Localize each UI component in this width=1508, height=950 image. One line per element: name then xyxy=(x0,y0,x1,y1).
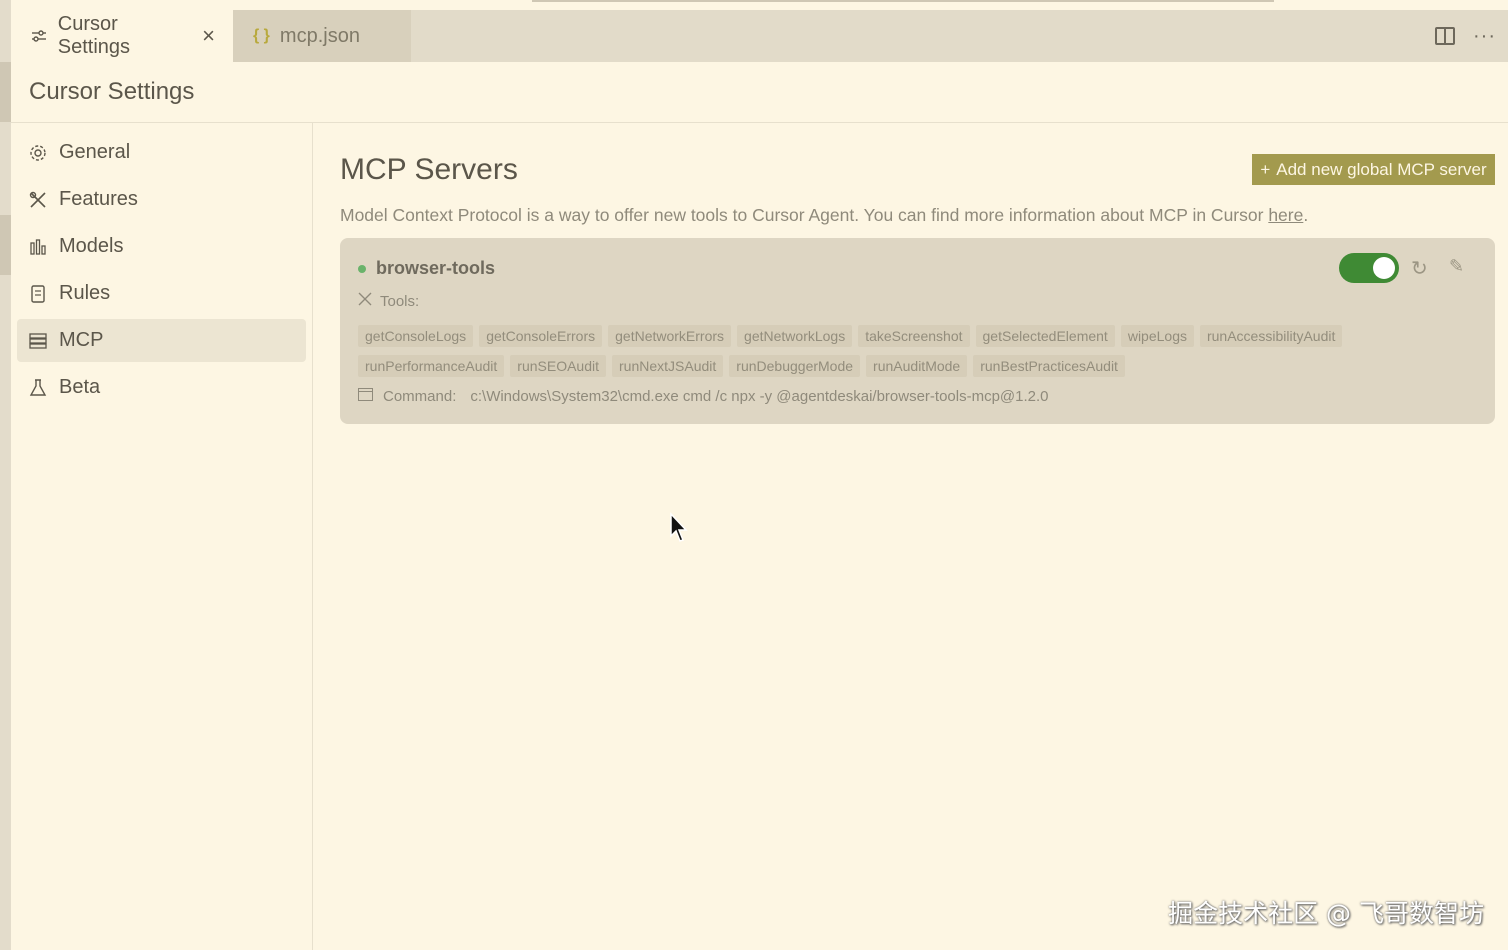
sidebar-item-label: Beta xyxy=(59,376,101,398)
tools-icon xyxy=(358,292,372,310)
flask-icon xyxy=(29,378,47,397)
server-header: browser-tools xyxy=(358,258,495,279)
settings-header: Cursor Settings xyxy=(11,62,1508,123)
tools-icon xyxy=(29,191,47,209)
terminal-icon xyxy=(358,388,373,405)
tools-label: Tools: xyxy=(380,292,420,310)
refresh-icon[interactable]: ↻ xyxy=(1411,256,1428,281)
section-title: MCP Servers xyxy=(340,153,518,186)
description-text: Model Context Protocol is a way to offer… xyxy=(340,205,1269,225)
mcp-description: Model Context Protocol is a way to offer… xyxy=(340,205,1308,226)
tool-chip: runAccessibilityAudit xyxy=(1199,325,1343,347)
server-name: browser-tools xyxy=(376,258,496,278)
more-actions-icon[interactable]: ··· xyxy=(1473,25,1496,48)
tab-label: mcp.json xyxy=(279,24,360,47)
description-end: . xyxy=(1303,205,1309,225)
sidebar-item-features[interactable]: Features xyxy=(17,178,306,221)
command-row: Command: c:\Windows\System32\cmd.exe cmd… xyxy=(358,388,1049,405)
tool-chip: runNextJSAudit xyxy=(612,355,724,377)
sidebar-item-rules[interactable]: Rules xyxy=(17,272,306,315)
server-card: browser-tools ↻ ✎ Tools: getConsoleLogs g… xyxy=(340,238,1495,424)
command-value: c:\Windows\System32\cmd.exe cmd /c npx -… xyxy=(470,388,1049,405)
document-icon xyxy=(29,284,47,303)
tool-chip: getConsoleErrors xyxy=(479,325,603,347)
left-edge-mark xyxy=(0,215,11,275)
tabbar-actions: ··· xyxy=(1435,10,1508,62)
tool-chip: getNetworkLogs xyxy=(737,325,853,347)
button-label: Add new global MCP server xyxy=(1276,159,1487,179)
sidebar-item-label: MCP xyxy=(59,329,104,351)
sidebar-item-beta[interactable]: Beta xyxy=(17,366,306,409)
here-link[interactable]: here xyxy=(1268,205,1303,225)
sidebar-item-general[interactable]: General xyxy=(17,131,306,174)
sidebar-item-mcp[interactable]: MCP xyxy=(17,319,306,362)
status-dot-icon xyxy=(358,264,366,273)
server-enabled-toggle[interactable] xyxy=(1339,253,1399,283)
bar-chart-icon xyxy=(29,238,47,256)
main-content: MCP Servers + Add new global MCP server … xyxy=(313,123,1508,950)
sidebar: General Features Models Rules MCP Beta xyxy=(11,123,313,950)
sidebar-item-label: General xyxy=(59,141,131,163)
tab-cursor-settings[interactable]: Cursor Settings × xyxy=(11,10,233,62)
sliders-icon xyxy=(31,27,48,45)
add-global-mcp-server-button[interactable]: + Add new global MCP server xyxy=(1252,154,1495,185)
tab-bar: Cursor Settings × { } mcp.json ··· xyxy=(11,10,1508,62)
server-icon xyxy=(29,332,47,350)
tool-chip: wipeLogs xyxy=(1120,325,1194,347)
sidebar-item-label: Features xyxy=(59,188,138,210)
page-title: Cursor Settings xyxy=(29,78,195,105)
tool-chip: runBestPracticesAudit xyxy=(973,355,1125,377)
sidebar-item-label: Rules xyxy=(59,282,111,304)
tab-mcp-json[interactable]: { } mcp.json xyxy=(233,10,411,62)
tool-chip: runDebuggerMode xyxy=(729,355,861,377)
tool-chip: runPerformanceAudit xyxy=(358,355,505,377)
tool-chip: takeScreenshot xyxy=(858,325,970,347)
tool-list: getConsoleLogs getConsoleErrors getNetwork… xyxy=(358,325,1478,377)
plus-icon: + xyxy=(1260,159,1271,179)
mouse-pointer-icon xyxy=(670,512,688,542)
split-editor-icon[interactable] xyxy=(1435,27,1456,45)
watermark: 掘金技术社区 @ 飞哥数智坊 xyxy=(1168,899,1484,928)
tool-chip: getSelectedElement xyxy=(975,325,1115,347)
left-edge-strip xyxy=(0,0,11,950)
tool-chip: getNetworkErrors xyxy=(608,325,732,347)
tab-label: Cursor Settings xyxy=(57,13,131,58)
sidebar-item-label: Models xyxy=(59,235,124,257)
left-edge-mark xyxy=(0,62,11,122)
command-label: Command: xyxy=(383,388,457,405)
tool-chip: runSEOAudit xyxy=(510,355,607,377)
gear-icon xyxy=(29,144,47,162)
tool-chip: runAuditMode xyxy=(866,355,968,377)
edit-icon[interactable]: ✎ xyxy=(1449,256,1464,277)
top-scroll-indicator xyxy=(532,0,1274,2)
close-icon[interactable]: × xyxy=(202,23,215,49)
json-braces-icon: { } xyxy=(253,27,270,44)
tools-row: Tools: xyxy=(358,292,419,310)
toggle-knob xyxy=(1373,257,1395,279)
sidebar-item-models[interactable]: Models xyxy=(17,225,306,268)
tool-chip: getConsoleLogs xyxy=(358,325,474,347)
